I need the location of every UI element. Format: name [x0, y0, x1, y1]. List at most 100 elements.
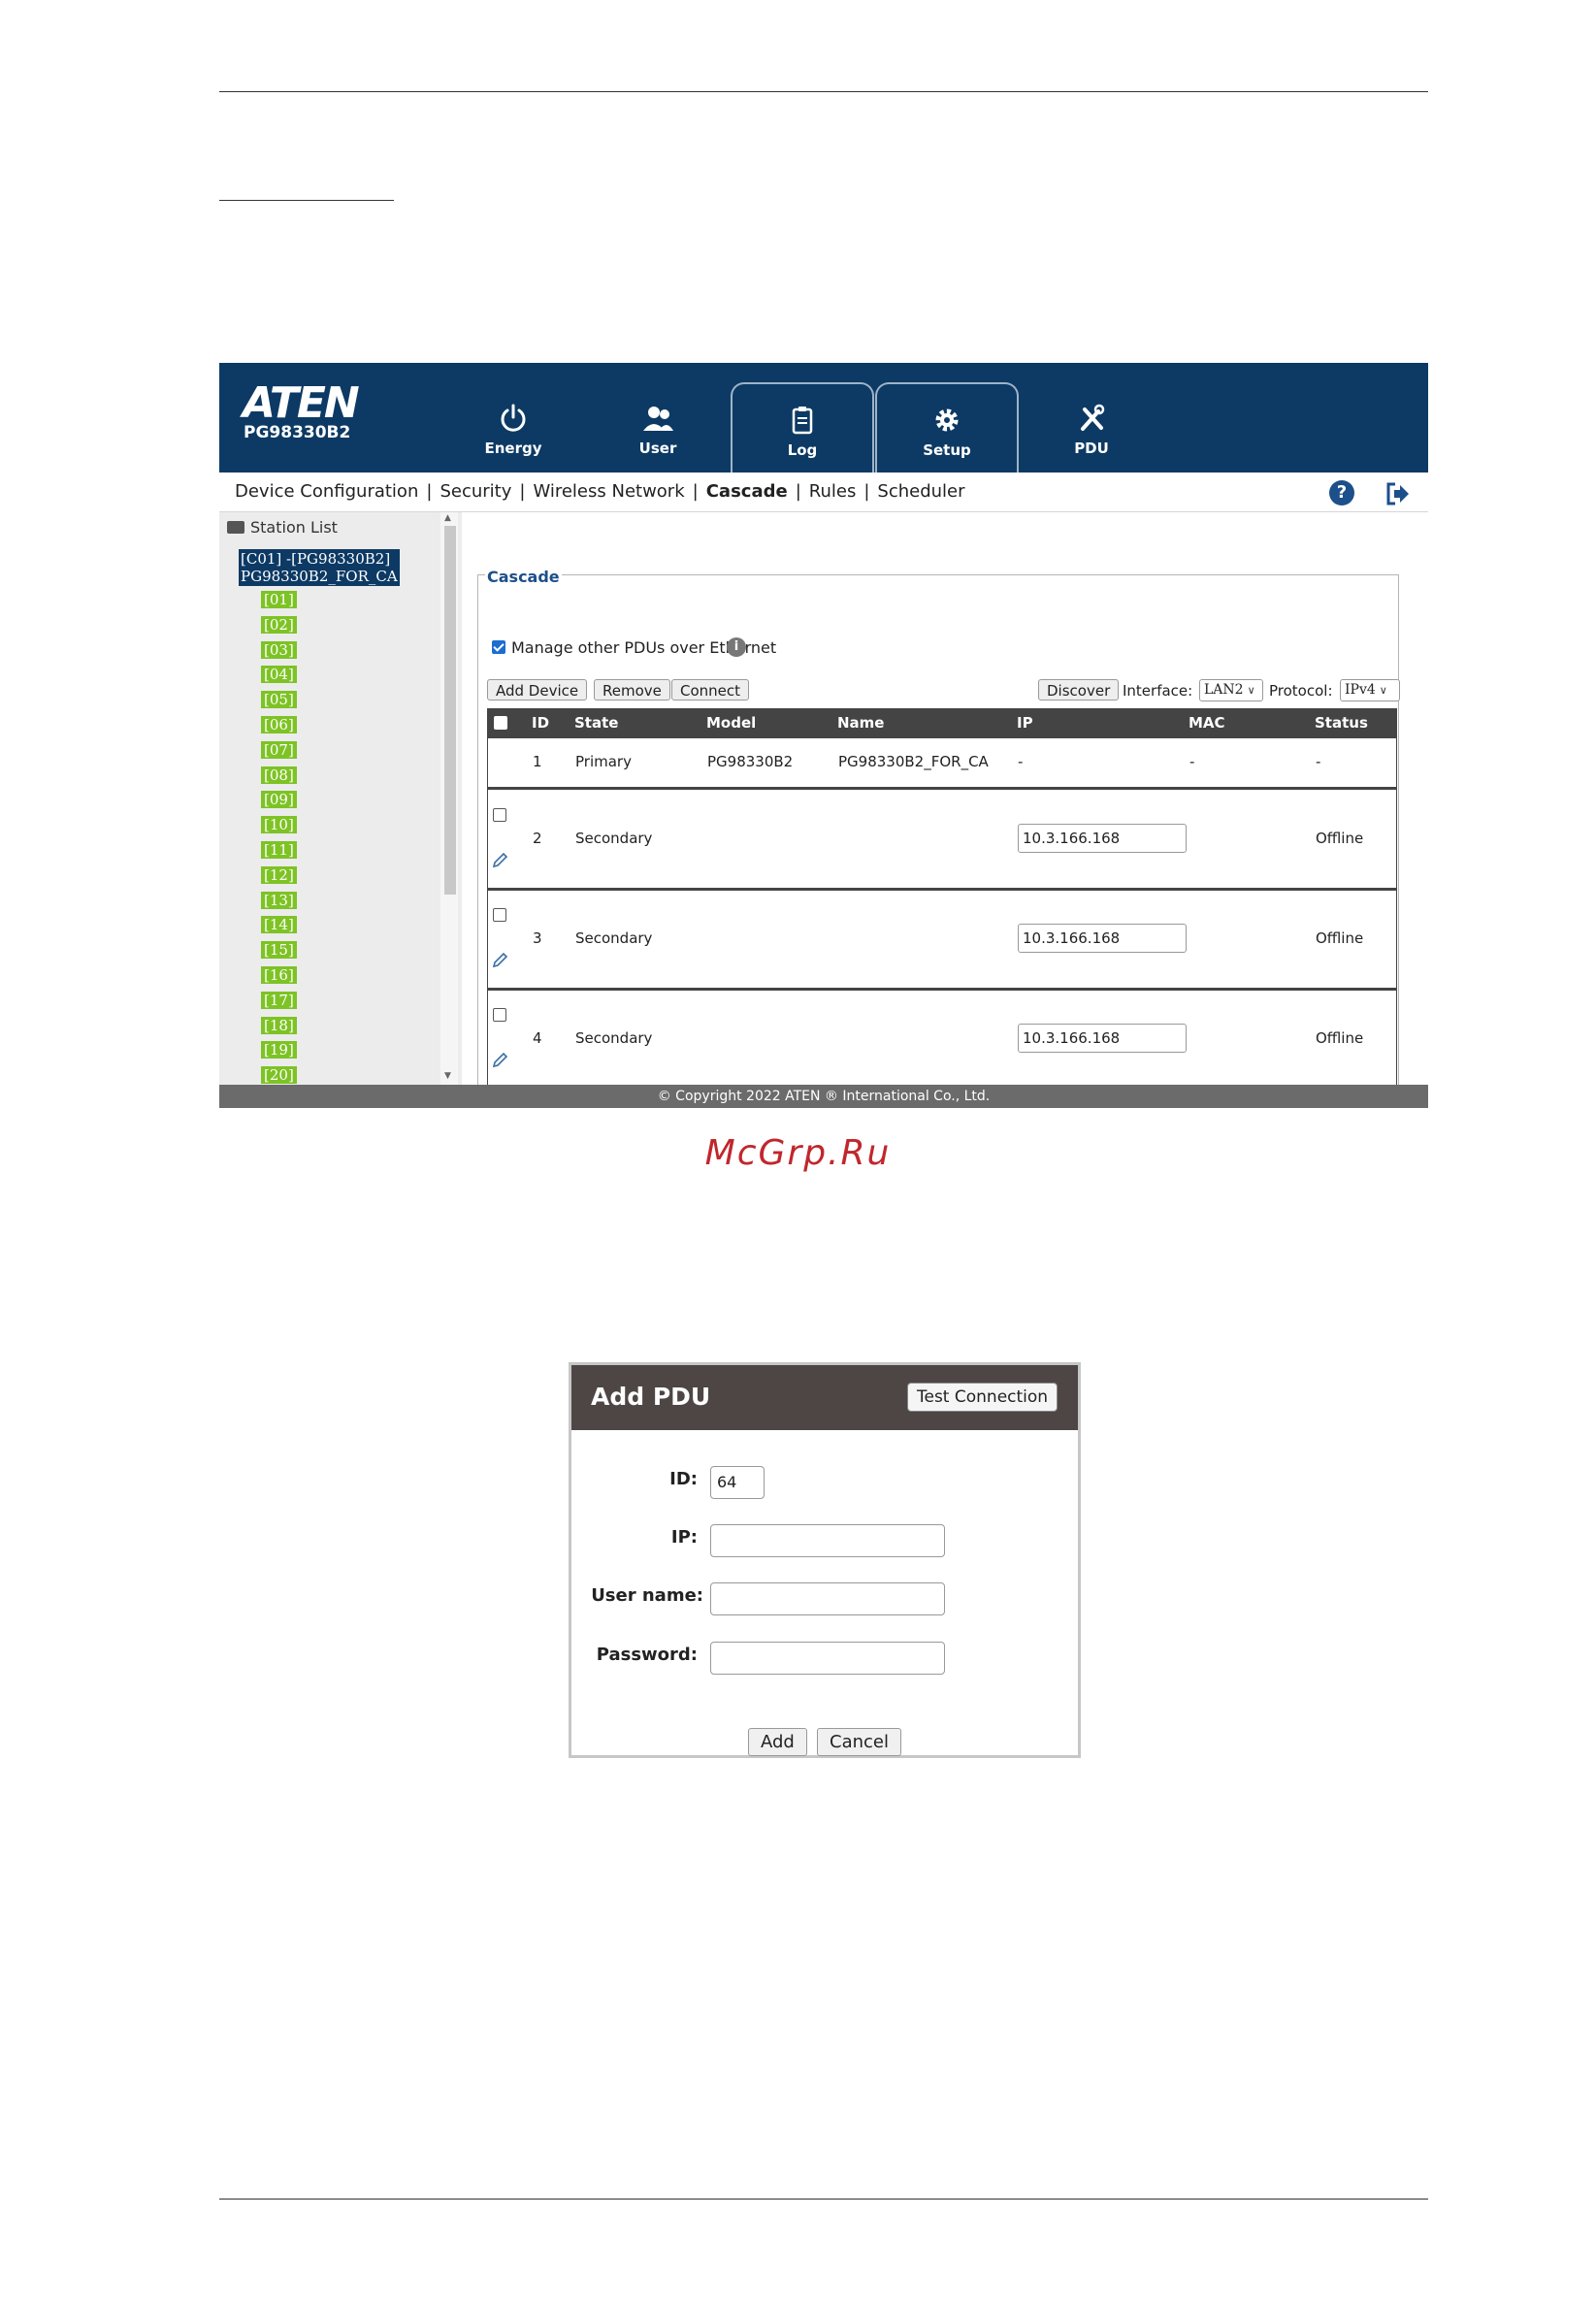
connect-button[interactable]: Connect [671, 679, 750, 701]
select-all-checkbox[interactable] [494, 716, 507, 730]
subnav-device-configuration[interactable]: Device Configuration [235, 481, 418, 502]
station-node[interactable]: [05] [261, 690, 297, 715]
ip-input[interactable]: 10.3.166.168 [1018, 924, 1187, 953]
station-node[interactable]: [18] [261, 1016, 297, 1041]
ip-input[interactable]: 10.3.166.168 [1018, 1024, 1187, 1053]
table-row[interactable]: 4 Secondary 10.3.166.168 Offline [487, 988, 1397, 1091]
ip-input[interactable]: 10.3.166.168 [1018, 824, 1187, 853]
subnav-separator: | [863, 481, 870, 502]
scroll-down-icon[interactable]: ▼ [444, 1071, 451, 1081]
tab-pdu[interactable]: PDU [1020, 382, 1163, 473]
station-node[interactable]: [15] [261, 940, 297, 965]
station-node-label: [12] [261, 865, 297, 884]
username-field[interactable] [710, 1582, 945, 1615]
station-node[interactable]: [14] [261, 915, 297, 940]
subnav-security[interactable]: Security [440, 481, 511, 502]
ip-field[interactable] [710, 1524, 945, 1557]
aten-logo: ATEN [243, 378, 360, 428]
watermark-text: McGrp.Ru [704, 1133, 892, 1173]
station-node-label: [16] [261, 965, 297, 984]
discover-button[interactable]: Discover [1038, 679, 1120, 701]
station-node-label: [06] [261, 715, 297, 733]
subnav-wireless-network[interactable]: Wireless Network [533, 481, 684, 502]
subnav-separator: | [795, 481, 801, 502]
tab-log[interactable]: Log [731, 382, 874, 473]
station-node[interactable]: [13] [261, 891, 297, 916]
table-row[interactable]: 1 Primary PG98330B2 PG98330B2_FOR_CA - -… [487, 738, 1397, 788]
station-node[interactable]: [19] [261, 1040, 297, 1065]
station-node-label: [18] [261, 1016, 297, 1034]
password-field[interactable] [710, 1642, 945, 1675]
edit-pencil-icon[interactable] [491, 1052, 508, 1069]
station-node-label: [20] [261, 1066, 297, 1085]
help-icon[interactable]: ? [1329, 480, 1354, 505]
tab-label: PDU [1074, 440, 1109, 457]
table-row[interactable]: 3 Secondary 10.3.166.168 Offline [487, 888, 1397, 991]
station-node[interactable]: [07] [261, 740, 297, 766]
subnav-cascade[interactable]: Cascade [706, 481, 788, 502]
station-node[interactable]: [10] [261, 815, 297, 840]
station-node[interactable]: [17] [261, 991, 297, 1016]
station-root-line: PG98330B2_FOR_CA [241, 568, 398, 585]
add-pdu-dialog: Add PDU Test Connection ID: 64 IP: User … [569, 1362, 1081, 1758]
station-node-label: [01] [261, 591, 297, 608]
column-header: IP [1017, 714, 1033, 732]
station-node[interactable]: [03] [261, 640, 297, 666]
edit-pencil-icon[interactable] [491, 852, 508, 869]
interface-select[interactable]: LAN2 ∨ [1199, 679, 1263, 701]
station-node-label: [09] [261, 791, 297, 809]
station-node[interactable]: [09] [261, 790, 297, 815]
subnav-scheduler[interactable]: Scheduler [877, 481, 964, 502]
station-node[interactable]: [06] [261, 715, 297, 740]
station-node[interactable]: [16] [261, 965, 297, 991]
test-connection-button[interactable]: Test Connection [907, 1383, 1059, 1412]
protocol-label: Protocol: [1269, 682, 1333, 700]
subnav-separator: | [692, 481, 699, 502]
station-node-label: [02] [261, 615, 297, 634]
cancel-button[interactable]: Cancel [817, 1728, 901, 1756]
column-header: Name [837, 714, 885, 732]
info-icon[interactable]: i [727, 637, 746, 657]
tab-label: User [638, 440, 677, 457]
add-button[interactable]: Add [748, 1728, 807, 1756]
station-node[interactable]: [11] [261, 840, 297, 865]
scroll-up-icon[interactable]: ▲ [444, 513, 451, 523]
tab-user[interactable]: User [586, 382, 730, 473]
row-checkbox[interactable] [493, 808, 506, 822]
station-node[interactable]: [02] [261, 615, 297, 640]
remove-button[interactable]: Remove [594, 679, 670, 701]
tab-energy[interactable]: Energy [441, 382, 585, 473]
station-node-list: [01] [02] [03] [04] [05] [06] [07] [08] [09] [10]… [261, 590, 297, 1091]
column-header: State [574, 714, 619, 732]
station-node[interactable]: [12] [261, 865, 297, 891]
add-device-button[interactable]: Add Device [487, 679, 588, 701]
protocol-select[interactable]: IPv4 ∨ [1340, 679, 1400, 701]
interface-value: LAN2 [1204, 682, 1244, 698]
row-checkbox[interactable] [493, 908, 506, 922]
station-node-label: [05] [261, 691, 297, 709]
tab-setup[interactable]: Setup [875, 382, 1019, 473]
cell-state: Secondary [575, 830, 653, 847]
cell-ip: - [1018, 753, 1024, 770]
cell-status: Offline [1316, 1029, 1364, 1047]
logout-icon[interactable] [1384, 480, 1411, 507]
edit-pencil-icon[interactable] [491, 952, 508, 969]
station-node[interactable]: [01] [261, 590, 297, 615]
row-checkbox[interactable] [493, 1008, 506, 1022]
station-node[interactable]: [04] [261, 665, 297, 690]
sidebar-scrollbar[interactable]: ▲ ▼ [440, 512, 458, 1085]
column-header: Model [706, 714, 757, 732]
table-row[interactable]: 2 Secondary 10.3.166.168 Offline [487, 788, 1397, 891]
station-node-label: [08] [261, 766, 297, 784]
chevron-down-icon: ∨ [1379, 684, 1387, 697]
setup-subnav: Device Configuration | Security | Wireless N… [219, 473, 1428, 512]
subnav-rules[interactable]: Rules [809, 481, 857, 502]
station-node[interactable]: [08] [261, 766, 297, 791]
station-list-title: Station List [227, 518, 338, 537]
manage-checkbox[interactable] [492, 640, 505, 654]
cell-model: PG98330B2 [707, 753, 794, 770]
id-field[interactable]: 64 [710, 1466, 765, 1499]
power-icon [501, 404, 526, 432]
station-root-node[interactable]: [C01] -[PG98330B2] PG98330B2_FOR_CA [239, 549, 400, 586]
scroll-thumb[interactable] [444, 526, 456, 895]
